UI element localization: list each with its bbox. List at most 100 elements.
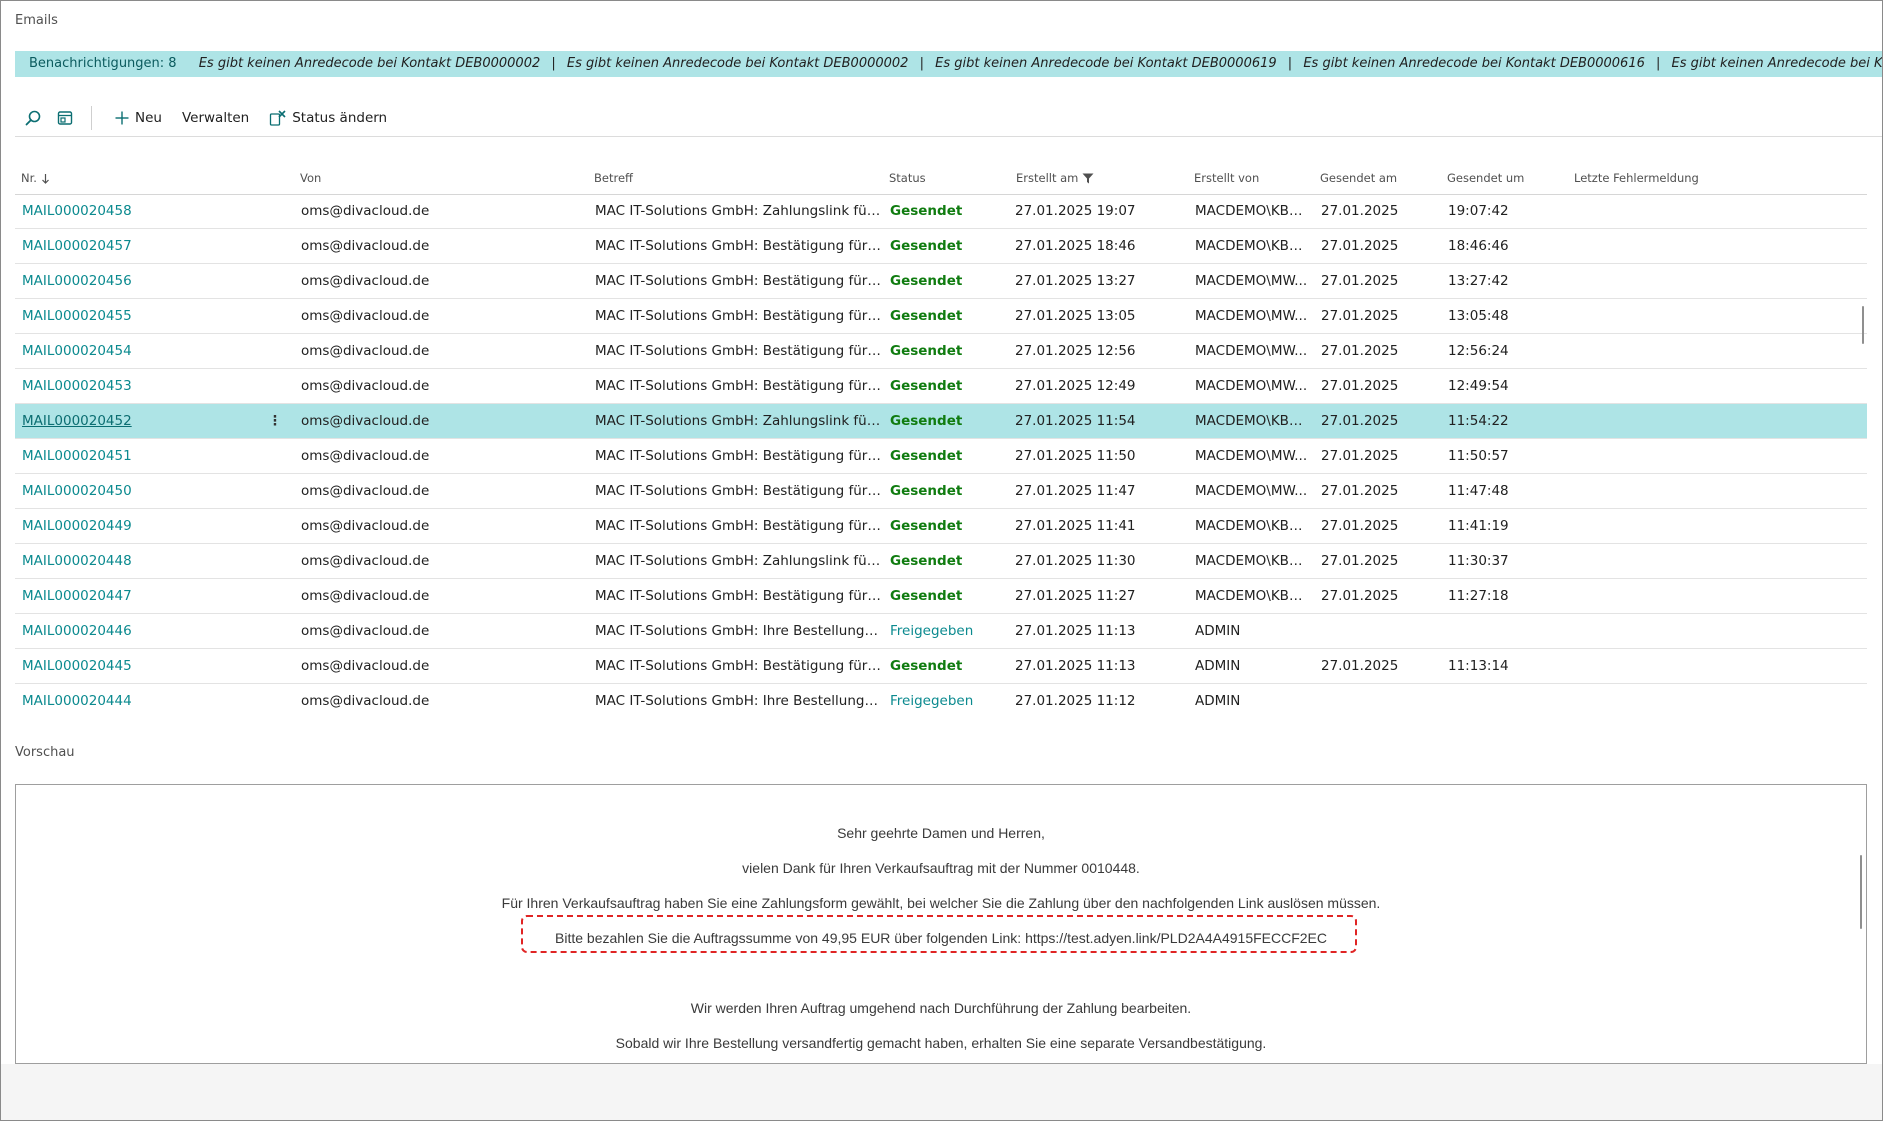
email-number-link[interactable]: MAIL000020446 bbox=[22, 614, 242, 648]
sender-cell: oms@divacloud.de bbox=[301, 413, 430, 429]
table-row[interactable]: MAIL000020457 oms@divacloud.de MAC IT-Solu… bbox=[15, 229, 1867, 264]
sender-cell: oms@divacloud.de bbox=[301, 588, 430, 604]
new-button[interactable]: Neu bbox=[104, 104, 172, 132]
email-number-link[interactable]: MAIL000020444 bbox=[22, 684, 242, 716]
preview-scrollbar[interactable] bbox=[1860, 855, 1862, 929]
created-by-cell: MACDEMO\MW... bbox=[1195, 448, 1308, 464]
manage-button[interactable]: Verwalten bbox=[172, 104, 259, 132]
table-row[interactable]: MAIL000020453 oms@divacloud.de MAC IT-Solu… bbox=[15, 369, 1867, 404]
notification-message[interactable]: Es gibt keinen Anredecode bei Kontakt DE… bbox=[567, 56, 909, 71]
column-header-erstellt-von[interactable]: Erstellt von bbox=[1194, 168, 1259, 188]
status-cell: Freigegeben bbox=[890, 693, 974, 709]
email-number-link[interactable]: MAIL000020451 bbox=[22, 439, 242, 473]
table-row[interactable]: MAIL000020444 oms@divacloud.de MAC IT-Solu… bbox=[15, 684, 1867, 716]
sender-cell: oms@divacloud.de bbox=[301, 378, 430, 394]
created-at-cell: 27.01.2025 11:54 bbox=[1015, 413, 1136, 429]
table-row[interactable]: MAIL000020449 oms@divacloud.de MAC IT-Solu… bbox=[15, 509, 1867, 544]
column-header-gesendet-um[interactable]: Gesendet um bbox=[1447, 168, 1524, 188]
sender-cell: oms@divacloud.de bbox=[301, 238, 430, 254]
column-header-nr[interactable]: Nr. bbox=[21, 168, 50, 188]
sender-cell: oms@divacloud.de bbox=[301, 623, 430, 639]
sender-cell: oms@divacloud.de bbox=[301, 448, 430, 464]
table-row[interactable]: MAIL000020454 oms@divacloud.de MAC IT-Solu… bbox=[15, 334, 1867, 369]
subject-cell: MAC IT-Solutions GmbH: Bestätigung für A… bbox=[595, 518, 881, 534]
notification-count[interactable]: Benachrichtigungen: 8 bbox=[29, 51, 177, 77]
column-header-letzte-fehlermeldung-label: Letzte Fehlermeldung bbox=[1574, 171, 1699, 185]
sent-time-cell: 11:54:22 bbox=[1448, 413, 1509, 429]
column-header-nr-label: Nr. bbox=[21, 171, 37, 185]
column-header-letzte-fehlermeldung[interactable]: Letzte Fehlermeldung bbox=[1574, 168, 1699, 188]
status-cell: Gesendet bbox=[890, 658, 963, 674]
layout-icon[interactable] bbox=[51, 104, 79, 132]
sender-cell: oms@divacloud.de bbox=[301, 658, 430, 674]
created-by-cell: ADMIN bbox=[1195, 658, 1241, 674]
email-number-link[interactable]: MAIL000020456 bbox=[22, 264, 242, 298]
created-at-cell: 27.01.2025 11:41 bbox=[1015, 518, 1136, 534]
created-at-cell: 27.01.2025 13:27 bbox=[1015, 273, 1136, 289]
created-at-cell: 27.01.2025 11:13 bbox=[1015, 658, 1136, 674]
notification-message[interactable]: Es gibt keinen Anredecode bei Kontakt DE… bbox=[1303, 56, 1645, 71]
payment-link-text[interactable]: Bitte bezahlen Sie die Auftragssumme von… bbox=[16, 930, 1866, 946]
sent-date-cell: 27.01.2025 bbox=[1321, 658, 1399, 674]
table-row[interactable]: MAIL000020447 oms@divacloud.de MAC IT-Solu… bbox=[15, 579, 1867, 614]
email-number-link[interactable]: MAIL000020445 bbox=[22, 649, 242, 683]
created-by-cell: MACDEMO\KBE... bbox=[1195, 203, 1310, 219]
created-by-cell: MACDEMO\KBE... bbox=[1195, 518, 1310, 534]
email-number-link[interactable]: MAIL000020457 bbox=[22, 229, 242, 263]
email-number-link[interactable]: MAIL000020454 bbox=[22, 334, 242, 368]
notification-message[interactable]: Es gibt keinen Anredecode bei Kontakt DE… bbox=[1672, 56, 1882, 71]
email-number-link[interactable]: MAIL000020452 bbox=[22, 404, 242, 438]
table-row[interactable]: MAIL000020452 ⋮ oms@divacloud.de MAC IT-Sol… bbox=[15, 404, 1867, 439]
status-cell: Gesendet bbox=[890, 553, 963, 569]
table-row[interactable]: MAIL000020455 oms@divacloud.de MAC IT-Solu… bbox=[15, 299, 1867, 334]
email-number-link[interactable]: MAIL000020450 bbox=[22, 474, 242, 508]
sent-time-cell: 12:49:54 bbox=[1448, 378, 1509, 394]
change-status-button[interactable]: Status ändern bbox=[259, 104, 397, 132]
email-number-link[interactable]: MAIL000020448 bbox=[22, 544, 242, 578]
column-header-von-label: Von bbox=[300, 171, 322, 185]
email-number-link[interactable]: MAIL000020449 bbox=[22, 509, 242, 543]
column-header-status[interactable]: Status bbox=[889, 168, 926, 188]
search-icon[interactable] bbox=[19, 104, 47, 132]
table-row[interactable]: MAIL000020448 oms@divacloud.de MAC IT-Solu… bbox=[15, 544, 1867, 579]
column-header-von[interactable]: Von bbox=[300, 168, 321, 188]
sent-time-cell: 18:46:46 bbox=[1448, 238, 1509, 254]
sent-date-cell: 27.01.2025 bbox=[1321, 273, 1399, 289]
table-row[interactable]: MAIL000020451 oms@divacloud.de MAC IT-Solu… bbox=[15, 439, 1867, 474]
created-at-cell: 27.01.2025 11:12 bbox=[1015, 693, 1136, 709]
notification-separator: | bbox=[1287, 56, 1293, 71]
email-number-link[interactable]: MAIL000020447 bbox=[22, 579, 242, 613]
created-at-cell: 27.01.2025 18:46 bbox=[1015, 238, 1136, 254]
table-row[interactable]: MAIL000020446 oms@divacloud.de MAC IT-Solu… bbox=[15, 614, 1867, 649]
notification-message[interactable]: Es gibt keinen Anredecode bei Kontakt DE… bbox=[935, 56, 1277, 71]
sent-date-cell: 27.01.2025 bbox=[1321, 378, 1399, 394]
column-header-gesendet-am-label: Gesendet am bbox=[1320, 171, 1398, 185]
created-by-cell: MACDEMO\KBE... bbox=[1195, 588, 1310, 604]
created-at-cell: 27.01.2025 19:07 bbox=[1015, 203, 1136, 219]
created-at-cell: 27.01.2025 11:13 bbox=[1015, 623, 1136, 639]
table-row[interactable]: MAIL000020456 oms@divacloud.de MAC IT-Solu… bbox=[15, 264, 1867, 299]
status-change-icon bbox=[270, 110, 286, 126]
table-row[interactable]: MAIL000020458 oms@divacloud.de MAC IT-Solu… bbox=[15, 194, 1867, 229]
subject-cell: MAC IT-Solutions GmbH: Ihre Bestellung 0… bbox=[595, 693, 881, 709]
list-scrollbar[interactable] bbox=[1862, 306, 1864, 344]
column-header-erstellt-am[interactable]: Erstellt am bbox=[1016, 168, 1094, 188]
column-header-betreff[interactable]: Betreff bbox=[594, 168, 633, 188]
table-row[interactable]: MAIL000020450 oms@divacloud.de MAC IT-Solu… bbox=[15, 474, 1867, 509]
plus-icon bbox=[115, 111, 129, 125]
sender-cell: oms@divacloud.de bbox=[301, 483, 430, 499]
subject-cell: MAC IT-Solutions GmbH: Ihre Bestellung 0… bbox=[595, 623, 881, 639]
created-by-cell: MACDEMO\MW... bbox=[1195, 343, 1308, 359]
notification-message[interactable]: Es gibt keinen Anredecode bei Kontakt DE… bbox=[199, 56, 541, 71]
column-header-gesendet-am[interactable]: Gesendet am bbox=[1320, 168, 1397, 188]
status-cell: Freigegeben bbox=[890, 623, 974, 639]
email-number-link[interactable]: MAIL000020458 bbox=[22, 194, 242, 228]
created-at-cell: 27.01.2025 11:27 bbox=[1015, 588, 1136, 604]
sent-date-cell: 27.01.2025 bbox=[1321, 343, 1399, 359]
email-number-link[interactable]: MAIL000020453 bbox=[22, 369, 242, 403]
email-number-link[interactable]: MAIL000020455 bbox=[22, 299, 242, 333]
status-cell: Gesendet bbox=[890, 588, 963, 604]
subject-cell: MAC IT-Solutions GmbH: Bestätigung für A… bbox=[595, 378, 881, 394]
table-row[interactable]: MAIL000020445 oms@divacloud.de MAC IT-Solu… bbox=[15, 649, 1867, 684]
row-actions-menu-icon[interactable]: ⋮ bbox=[265, 404, 285, 438]
